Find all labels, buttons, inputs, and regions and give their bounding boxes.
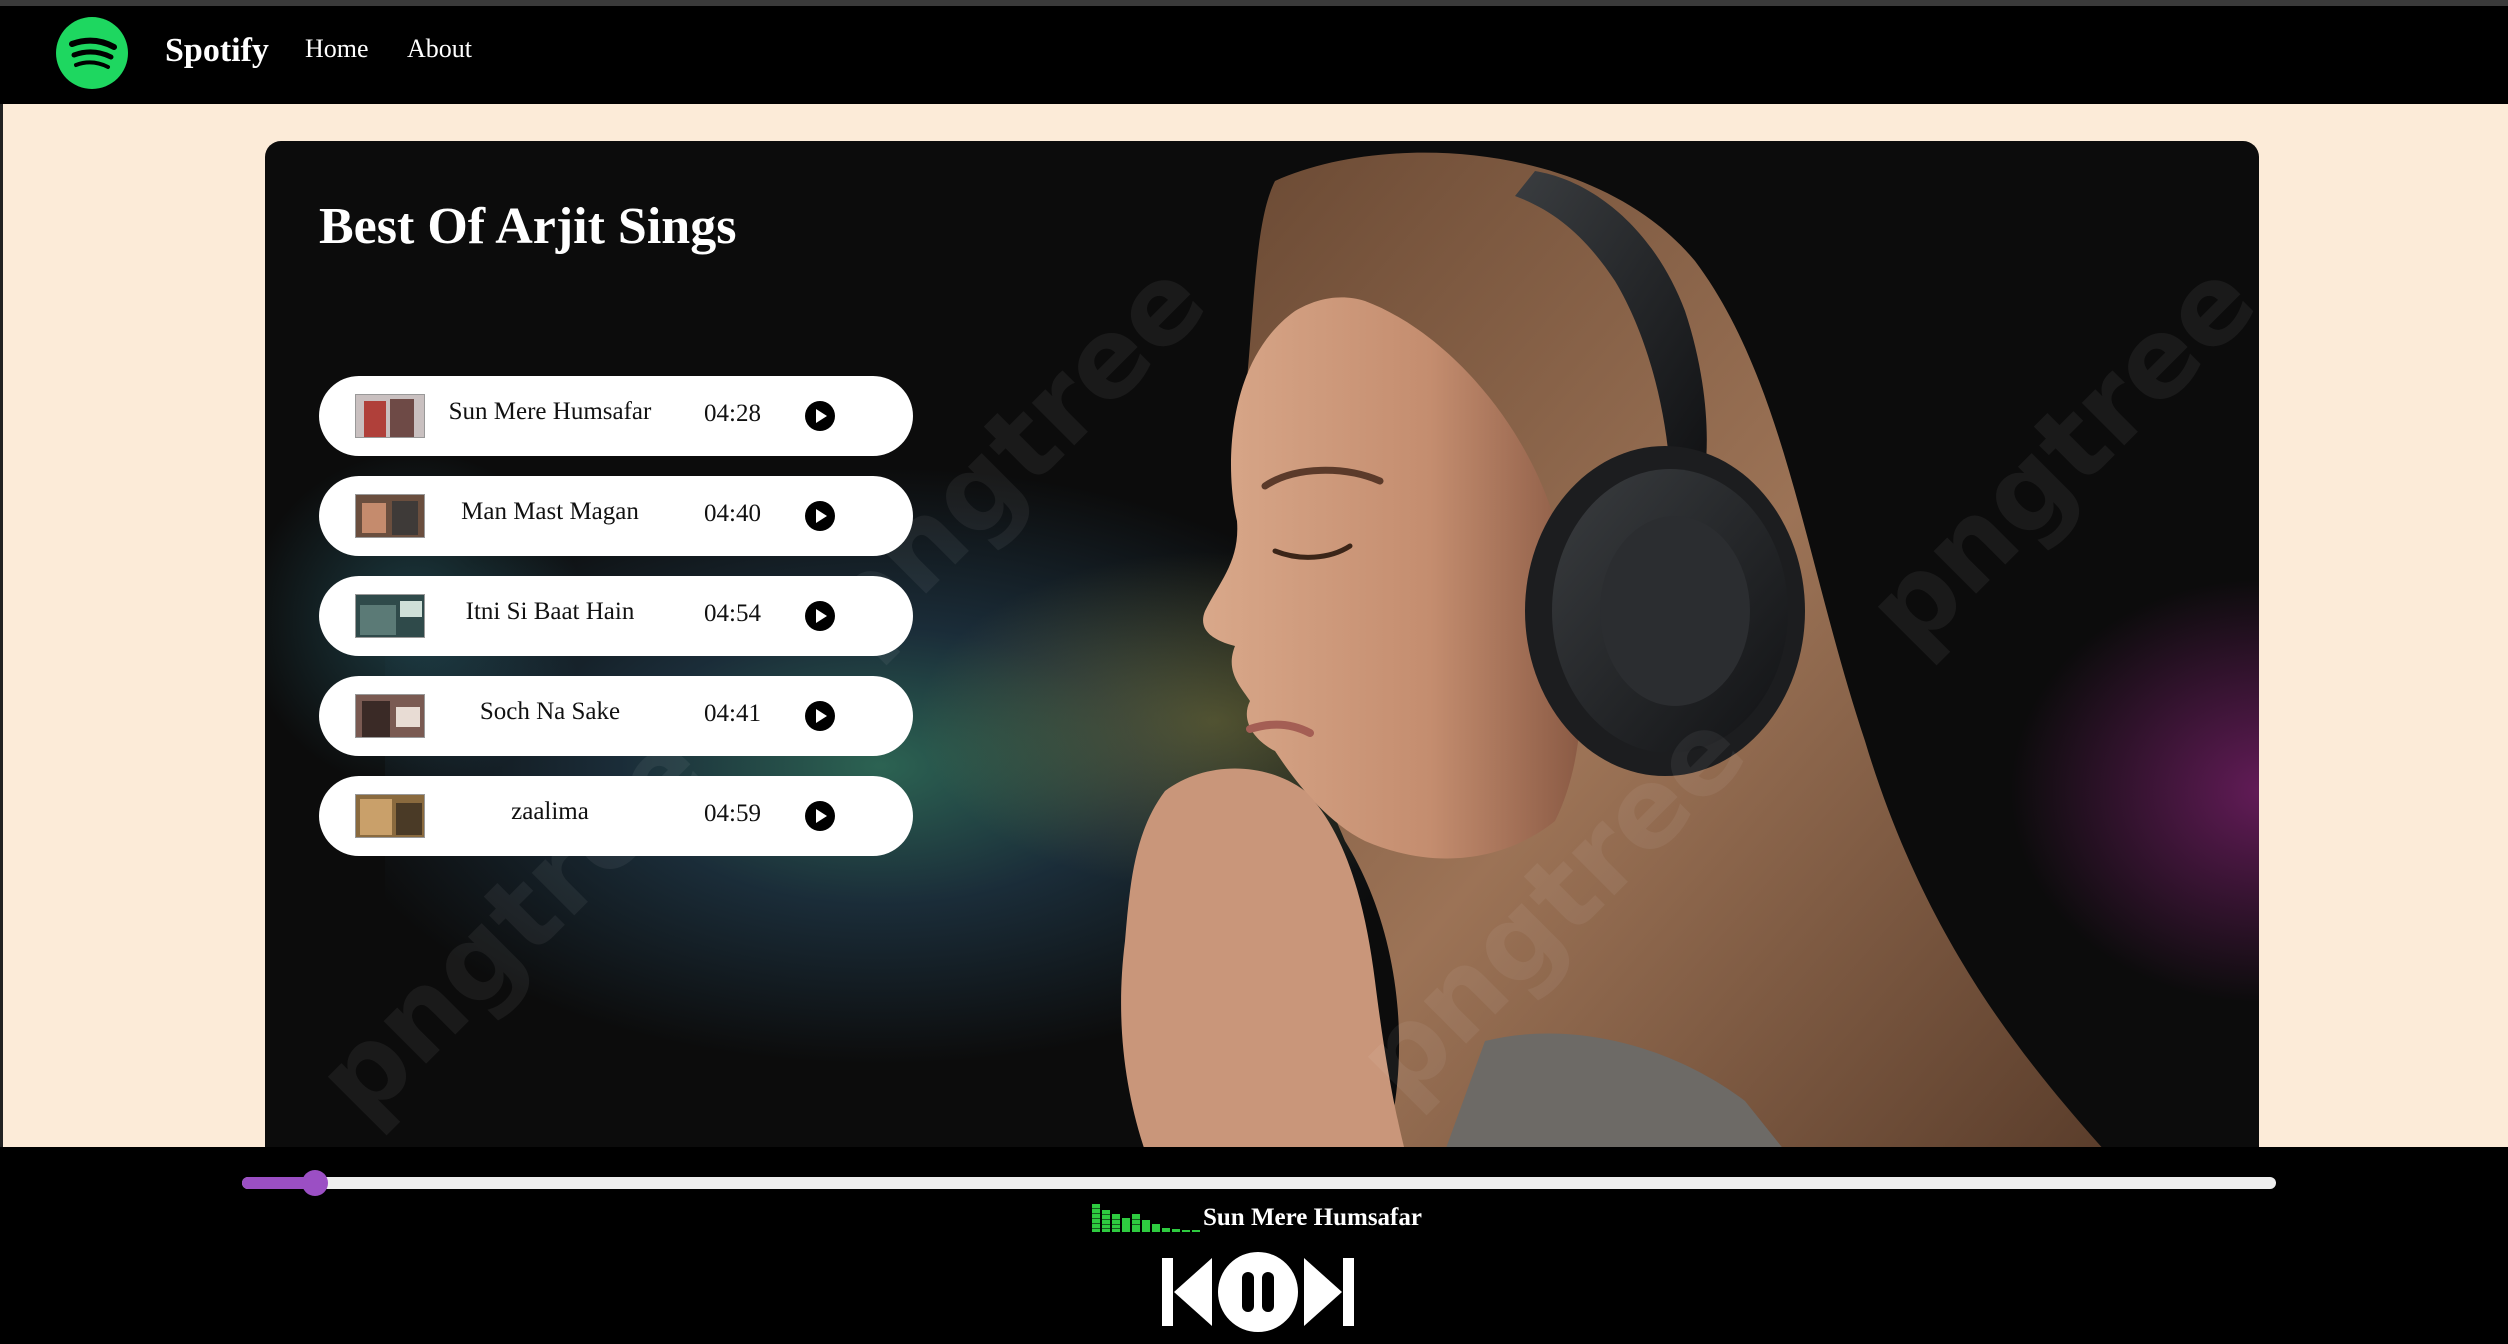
progress-slider[interactable] — [242, 1170, 2276, 1196]
next-icon[interactable] — [1302, 1258, 1354, 1326]
song-title: Soch Na Sake — [479, 698, 621, 725]
song-duration: 04:41 — [704, 700, 761, 727]
song-title: Itni Si Baat Hain — [465, 598, 635, 625]
spotify-logo-icon[interactable] — [56, 17, 128, 89]
navbar: Spotify Home About — [0, 6, 2508, 104]
song-item[interactable]: Man Mast Magan 04:40 — [319, 476, 913, 556]
song-duration: 04:40 — [704, 500, 761, 527]
song-duration: 04:59 — [704, 800, 761, 827]
play-icon[interactable] — [805, 801, 835, 831]
playback-controls — [1162, 1252, 1354, 1332]
brand-name[interactable]: Spotify — [165, 32, 269, 70]
playlist-title: Best Of Arjit Sings — [319, 198, 737, 255]
play-icon[interactable] — [805, 701, 835, 731]
song-title: Man Mast Magan — [461, 498, 639, 525]
play-icon[interactable] — [805, 501, 835, 531]
now-playing-title: Sun Mere Humsafar — [1203, 1204, 1422, 1231]
player-bar: Sun Mere Humsafar — [0, 1147, 2508, 1344]
song-duration: 04:28 — [704, 400, 761, 427]
nav-link-home[interactable]: Home — [305, 34, 369, 64]
progress-handle[interactable] — [302, 1170, 328, 1196]
equalizer-icon — [1092, 1204, 1200, 1232]
main-content: pngtree pngtree pngtree pngtree Best Of … — [0, 104, 2508, 1151]
song-item[interactable]: Soch Na Sake 04:41 — [319, 676, 913, 756]
hero-card: pngtree pngtree pngtree pngtree Best Of … — [265, 141, 2259, 1151]
song-thumbnail — [355, 694, 425, 738]
song-thumbnail — [355, 394, 425, 438]
pause-icon[interactable] — [1218, 1252, 1298, 1332]
play-icon[interactable] — [805, 401, 835, 431]
previous-icon[interactable] — [1162, 1258, 1214, 1326]
song-item[interactable]: Itni Si Baat Hain 04:54 — [319, 576, 913, 656]
song-item[interactable]: zaalima 04:59 — [319, 776, 913, 856]
song-thumbnail — [355, 494, 425, 538]
nav-link-about[interactable]: About — [407, 34, 472, 64]
song-thumbnail — [355, 794, 425, 838]
song-title: zaalima — [511, 798, 589, 825]
song-duration: 04:54 — [704, 600, 761, 627]
song-title: Sun Mere Humsafar — [448, 398, 652, 425]
song-item[interactable]: Sun Mere Humsafar 04:28 — [319, 376, 913, 456]
song-thumbnail — [355, 594, 425, 638]
play-icon[interactable] — [805, 601, 835, 631]
progress-track[interactable] — [242, 1177, 2276, 1189]
